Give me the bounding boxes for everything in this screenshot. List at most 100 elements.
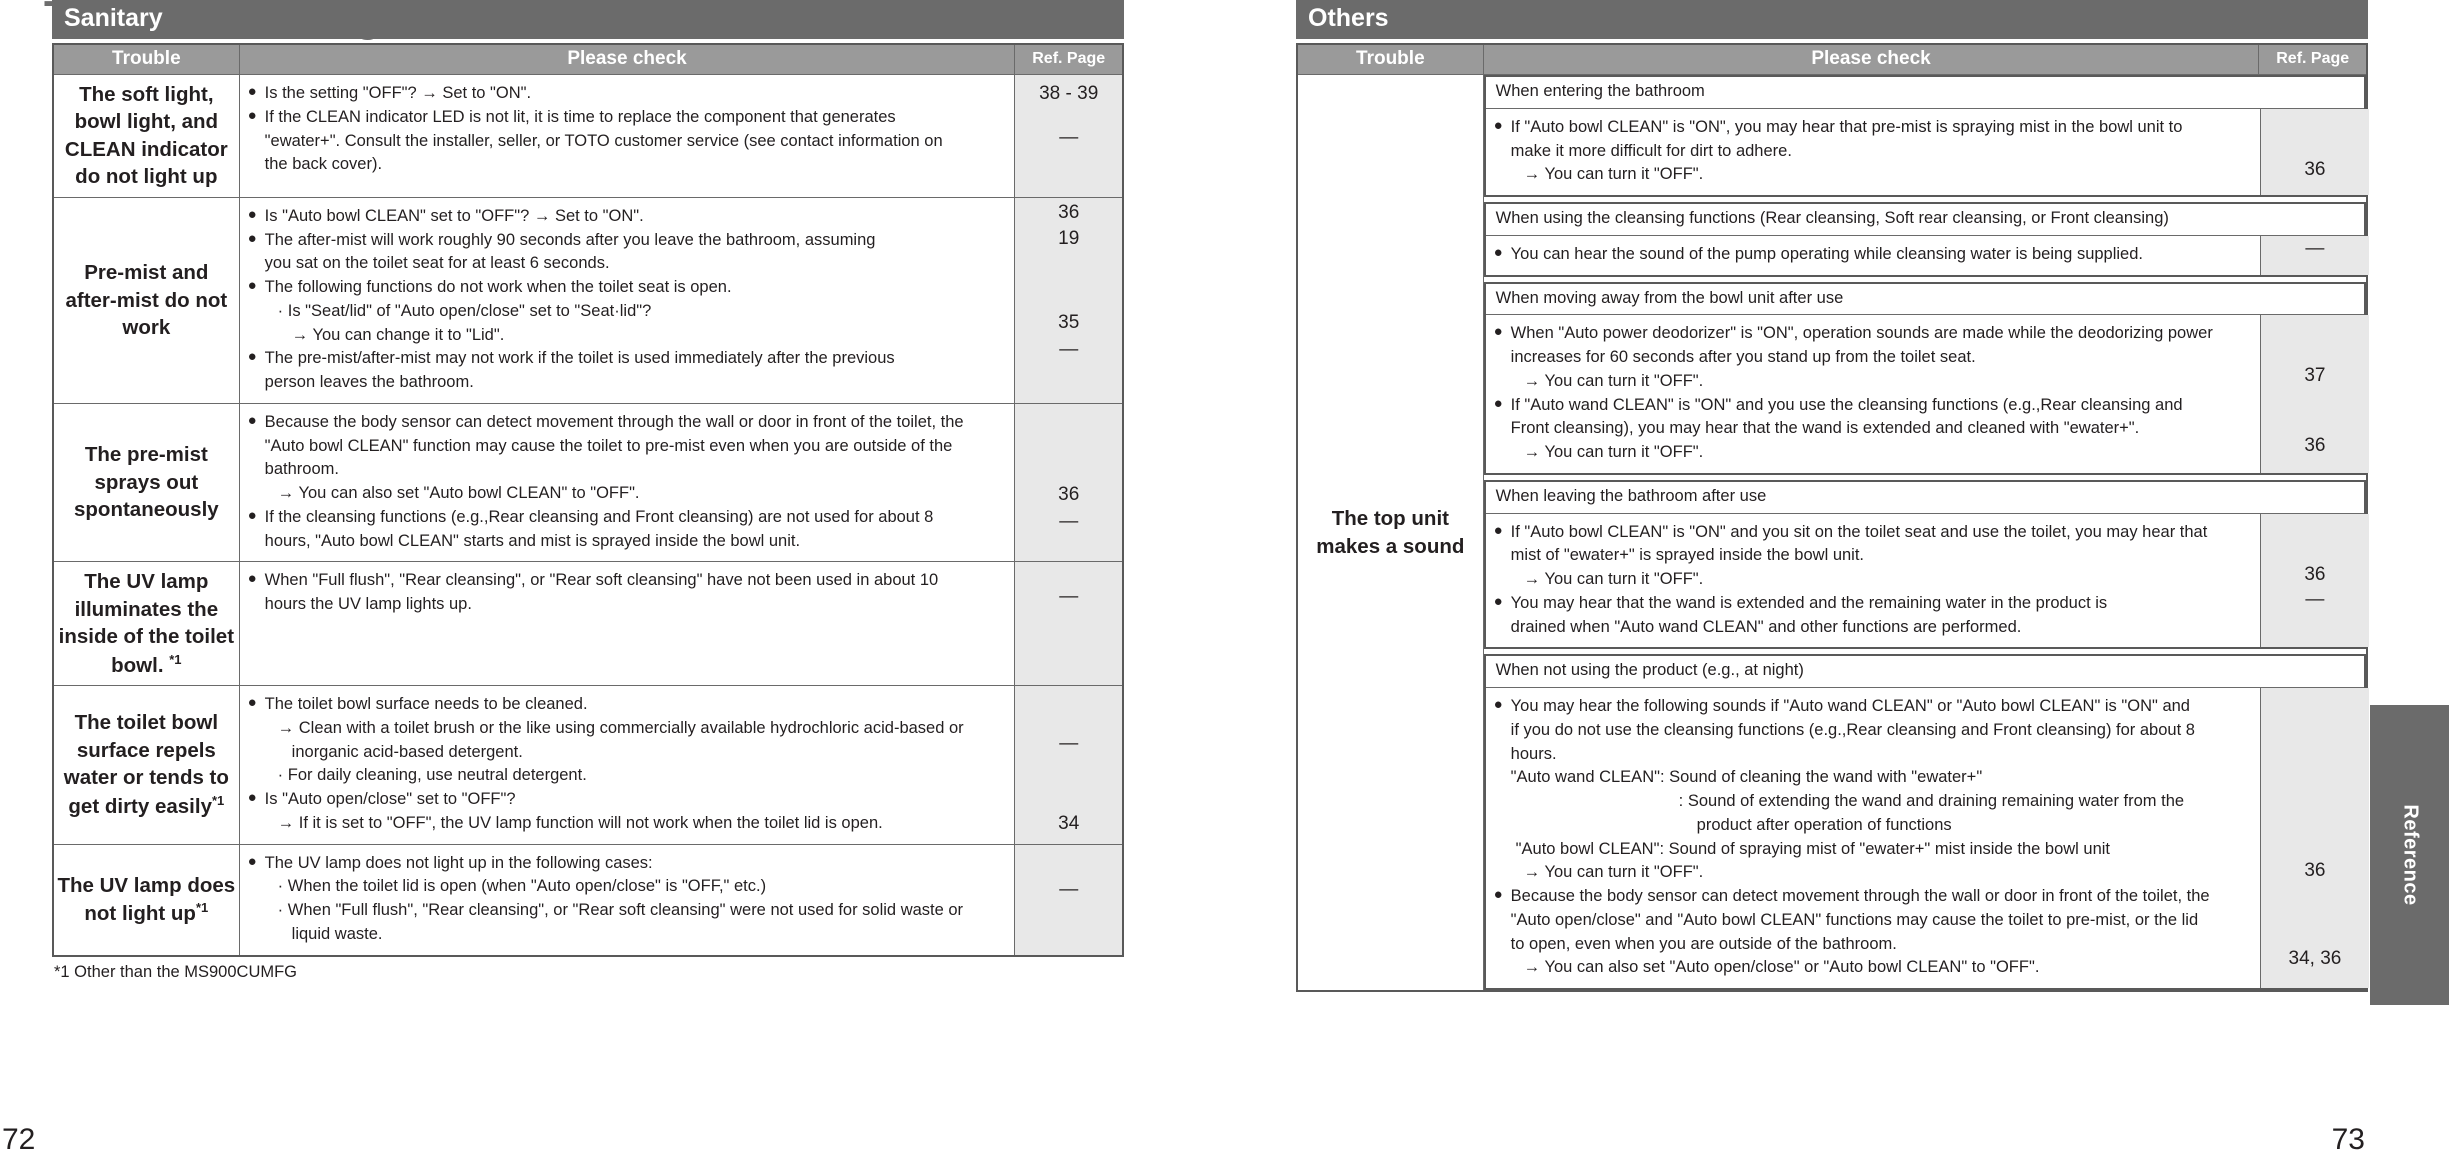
ref-value: — — [1059, 510, 1079, 532]
check-line: "Auto bowl CLEAN" function may cause the… — [264, 436, 953, 455]
ref-page-cell: 36 — — [1014, 402, 1124, 563]
check-cell: The toilet bowl surface needs to be clea… — [238, 685, 1016, 845]
ref-value: 36 — [2304, 435, 2326, 457]
condition-group: When moving away from the bowl unit afte… — [1483, 281, 2369, 475]
trouble-cell: The top unit makes a sound — [1296, 74, 1484, 992]
condition-group: When using the cleansing functions (Rear… — [1483, 202, 2369, 277]
check-line: "Auto wand CLEAN": Sound of cleaning the… — [1510, 768, 1983, 787]
check-line: If the cleansing functions (e.g.,Rear cl… — [248, 505, 1005, 530]
col-header-check: Please check — [238, 43, 1016, 75]
page-number-right: 73 — [2331, 1123, 2365, 1156]
section-tab-label: Reference — [2399, 804, 2421, 906]
ref-value: 37 — [2304, 365, 2326, 387]
check-line: → You can turn it "OFF". — [1523, 570, 1704, 589]
check-line: → You can turn it "OFF". — [1523, 165, 1704, 184]
ref-value: — — [2305, 588, 2325, 610]
check-line: bathroom. — [264, 460, 339, 479]
check-line: When "Full flush", "Rear cleansing", or … — [248, 568, 1005, 593]
table-row: The pre-mist sprays out spontaneously Be… — [52, 402, 1124, 563]
ref-value: 35 — [1058, 311, 1080, 333]
table-row: The UV lamp illuminates the inside of th… — [52, 561, 1124, 687]
check-line: → You can also set "Auto open/close" or … — [1523, 958, 2040, 977]
check-line: → You can turn it "OFF". — [1523, 443, 1704, 462]
check-line: increases for 60 seconds after you stand… — [1510, 348, 1976, 367]
check-line: person leaves the bathroom. — [264, 373, 474, 392]
trouble-cell: The UV lamp illuminates the inside of th… — [52, 561, 240, 687]
trouble-cell: Pre-mist and after-mist do not work — [52, 196, 240, 404]
check-line: If "Auto wand CLEAN" is "ON" and you use… — [1494, 393, 2251, 418]
check-line: → You can change it to "Lid". — [291, 325, 505, 344]
ref-page-cell: — — [1014, 561, 1124, 687]
condition-group: When entering the bathroom If "Auto bowl… — [1483, 75, 2369, 198]
col-header-ref-page: Ref. Page — [1014, 43, 1124, 75]
trouble-cell: The UV lamp does not light up*1 — [52, 843, 240, 957]
ref-value: 36 — [2304, 563, 2326, 585]
condition-header: When moving away from the bowl unit afte… — [1485, 283, 2364, 316]
check-line: When the toilet lid is open (when "Auto … — [248, 875, 1005, 899]
check-cell: Because the body sensor can detect movem… — [238, 402, 1016, 563]
ref-value: — — [1059, 586, 1079, 608]
page-number-left: 72 — [2, 1123, 36, 1156]
col-header-trouble: Trouble — [52, 43, 240, 75]
condition-group: When not using the product (e.g., at nig… — [1483, 654, 2369, 991]
ref-value: 34 — [1058, 813, 1080, 835]
check-cell: If "Auto bowl CLEAN" is "ON" and you sit… — [1485, 513, 2261, 648]
ref-page-cell: 38 - 39 — — [1014, 74, 1124, 198]
check-line: hours. — [1510, 744, 1557, 763]
col-header-check: Please check — [1482, 43, 2260, 75]
check-line: If the CLEAN indicator LED is not lit, i… — [248, 105, 1005, 130]
check-line: You may hear that the wand is extended a… — [1494, 591, 2251, 616]
ref-page-cell: 36 — [2260, 108, 2369, 196]
check-line: Is "Auto bowl CLEAN" set to "OFF"? → Set… — [248, 204, 1005, 229]
ref-value: — — [1059, 733, 1079, 755]
others-table: Trouble Please check Ref. Page The top u… — [1296, 43, 2369, 993]
condition-header: When leaving the bathroom after use — [1485, 481, 2364, 514]
check-line: The UV lamp does not light up in the fol… — [248, 851, 1005, 876]
ref-value: — — [2305, 237, 2325, 259]
condition-group: When leaving the bathroom after use If "… — [1483, 479, 2369, 650]
trouble-cell: The soft light, bowl light, and CLEAN in… — [52, 74, 240, 198]
check-line: "ewater+". Consult the installer, seller… — [264, 131, 943, 150]
col-header-trouble: Trouble — [1296, 43, 1484, 75]
ref-value: 36 — [1058, 483, 1080, 505]
ref-value: 34, 36 — [2288, 948, 2342, 970]
table-row: The toilet bowl surface repels water or … — [52, 685, 1124, 845]
ref-page-cell: 36 19 35 — — [1014, 196, 1124, 404]
ref-value: 36 — [2304, 158, 2326, 180]
check-cell: You may hear the following sounds if "Au… — [1485, 688, 2261, 989]
ref-value: — — [1059, 127, 1079, 148]
check-line: You may hear the following sounds if "Au… — [1494, 694, 2251, 719]
footnote-marker: *1 — [169, 651, 182, 667]
check-line: For daily cleaning, use neutral detergen… — [248, 764, 1005, 788]
check-line: the back cover). — [264, 155, 383, 174]
check-line: → You can turn it "OFF". — [1523, 371, 1704, 390]
section-header-sanitary: Sanitary — [52, 0, 1124, 39]
check-line: Because the body sensor can detect movem… — [248, 410, 1005, 435]
check-line: to open, even when you are outside of th… — [1510, 934, 1897, 953]
check-line: "Auto open/close" and "Auto bowl CLEAN" … — [1510, 910, 2199, 929]
section-tab-reference[interactable]: Reference — [2370, 705, 2449, 1005]
check-line: make it more difficult for dirt to adher… — [1510, 141, 1792, 160]
check-line: If "Auto bowl CLEAN" is "ON", you may he… — [1494, 115, 2251, 140]
ref-value: — — [1059, 878, 1079, 900]
check-line: Because the body sensor can detect movem… — [1494, 884, 2251, 909]
footnote-marker: *1 — [211, 792, 225, 808]
ref-page-cell: — 34 — [1014, 685, 1124, 845]
ref-value: — — [1059, 338, 1079, 360]
check-line: Is the setting "OFF"? → Set to "ON". — [248, 81, 1005, 106]
check-line: if you do not use the cleansing function… — [1510, 720, 2195, 739]
check-line: mist of "ewater+" is sprayed inside the … — [1510, 546, 1865, 565]
col-header-ref-page: Ref. Page — [2258, 43, 2368, 75]
ref-page-cell: 36 34, 36 — [2260, 688, 2369, 989]
check-line: If "Auto bowl CLEAN" is "ON" and you sit… — [1494, 520, 2251, 545]
table-header-row: Trouble Please check Ref. Page — [52, 43, 1124, 75]
condition-header: When entering the bathroom — [1485, 77, 2364, 109]
section-header-others: Others — [1296, 0, 2368, 39]
check-line: When "Auto power deodorizer" is "ON", op… — [1494, 321, 2251, 346]
table-row: The UV lamp does not light up*1 The UV l… — [52, 843, 1124, 957]
ref-page-cell: 37 36 — [2260, 315, 2369, 473]
ref-page-cell: — — [2260, 235, 2369, 275]
check-line: Is "Seat/lid" of "Auto open/close" set t… — [248, 300, 1005, 324]
table-header-row: Trouble Please check Ref. Page — [1296, 43, 2368, 75]
check-line: product after operation of functions — [1696, 815, 1952, 834]
